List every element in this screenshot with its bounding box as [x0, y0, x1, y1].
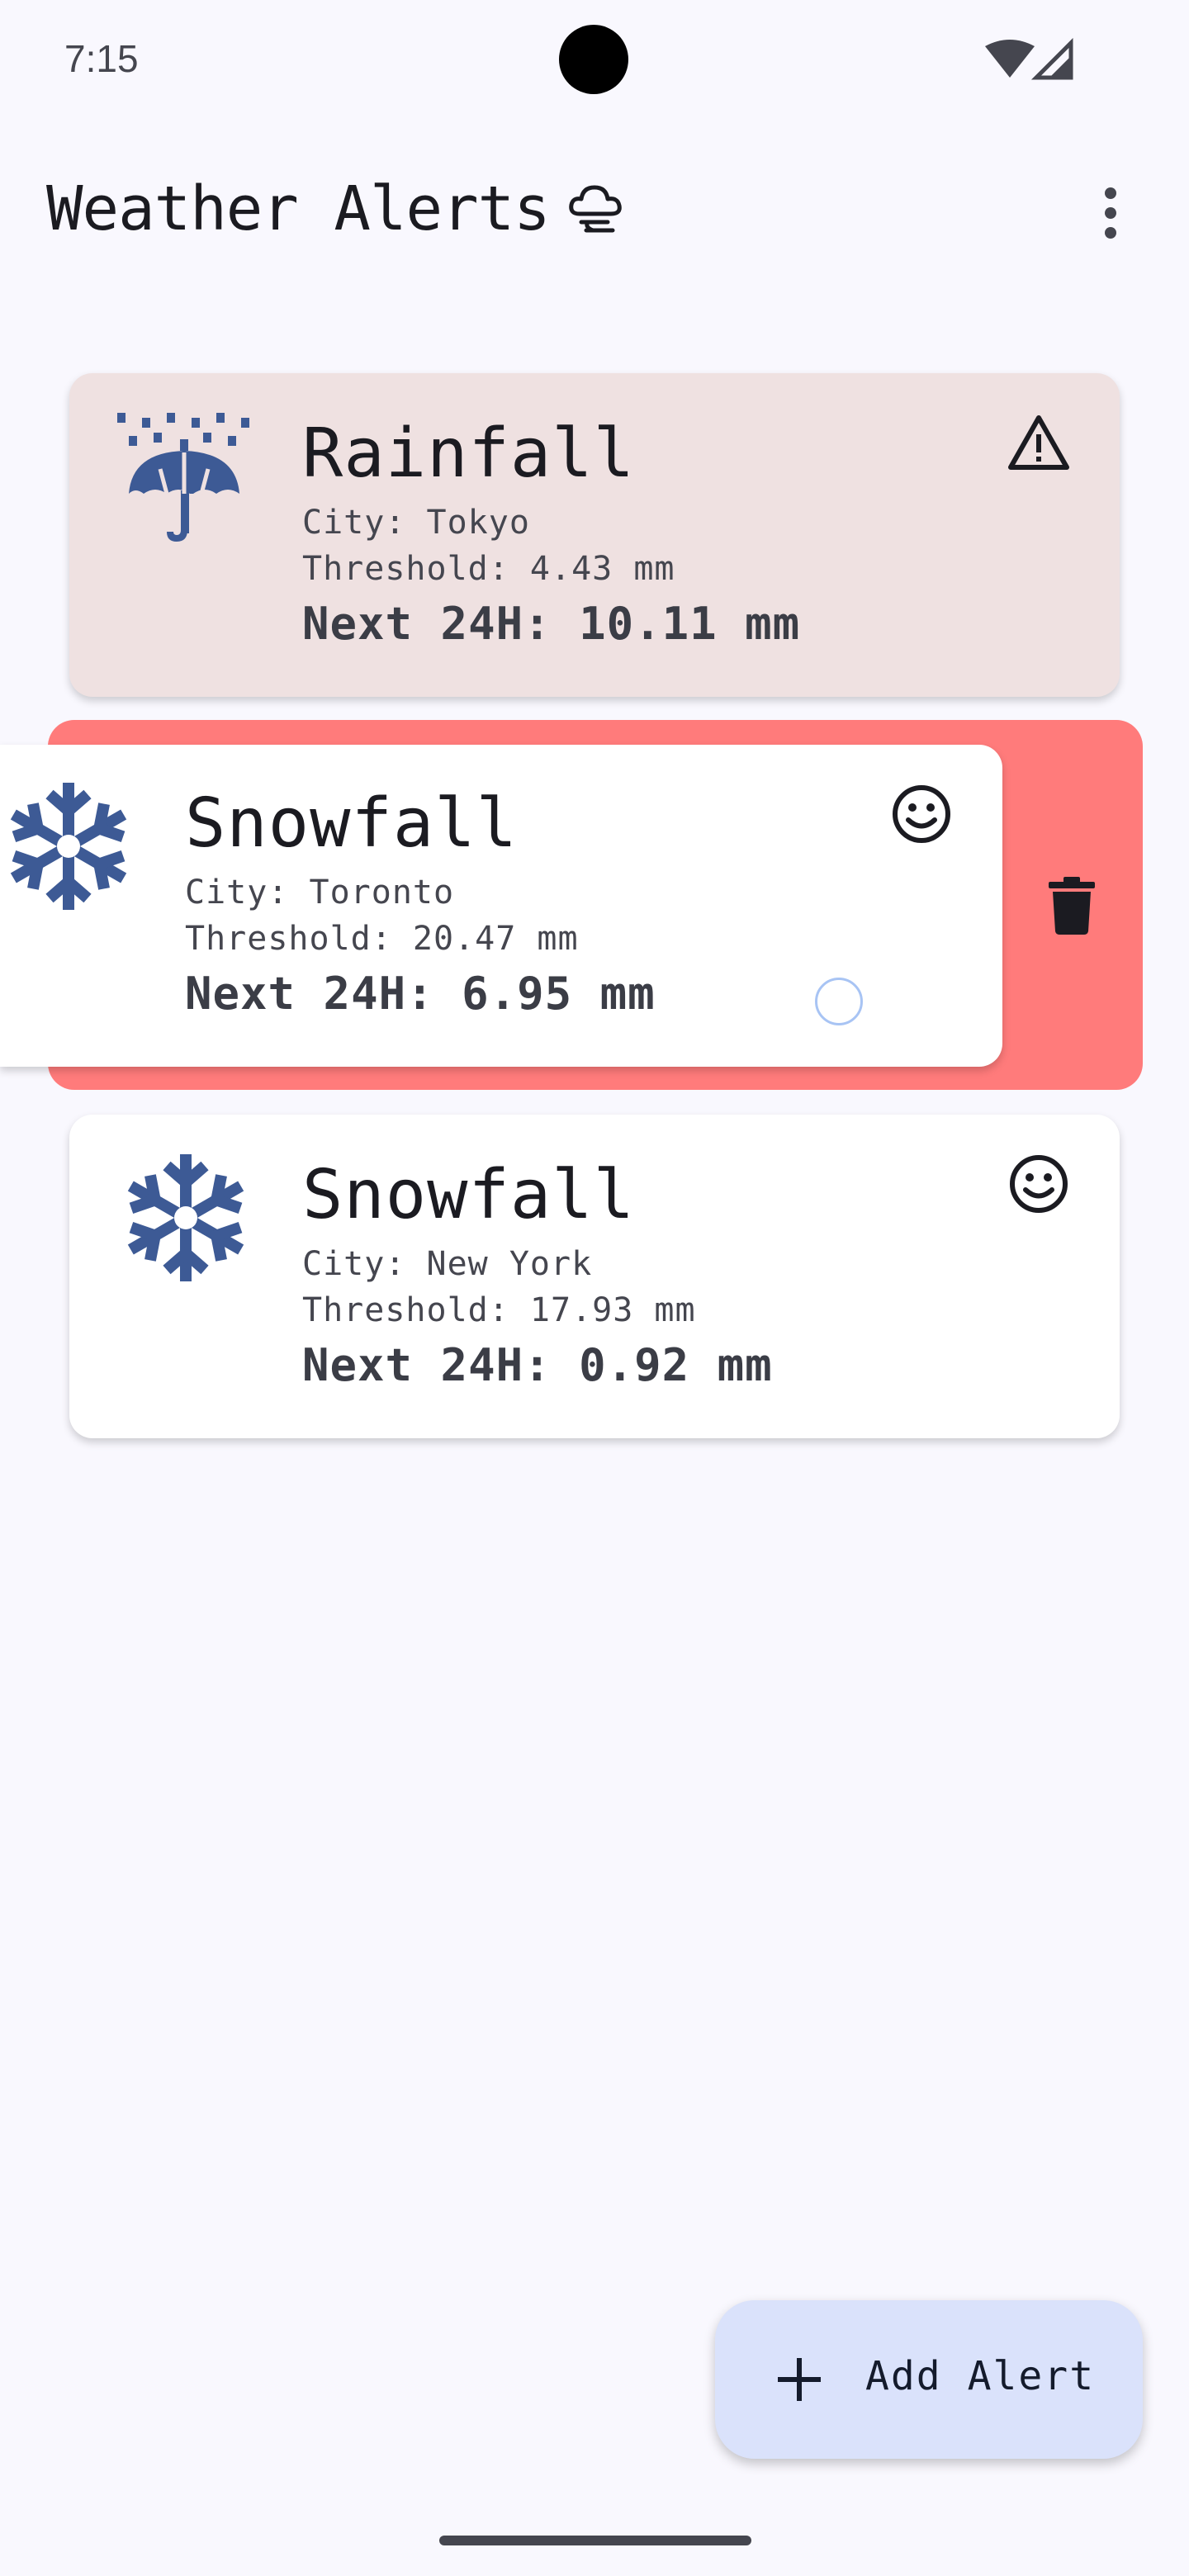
alert-city: City: New York: [302, 1245, 593, 1283]
app-title-row: Weather Alerts: [46, 173, 628, 244]
snowflake-icon: [10, 783, 127, 910]
alert-threshold: Threshold: 17.93 mm: [302, 1291, 696, 1329]
smiley-icon: [893, 785, 950, 843]
umbrella-rain-icon: [117, 413, 249, 542]
camera-cutout: [559, 25, 628, 94]
home-indicator[interactable]: [439, 2536, 751, 2545]
alert-city: City: Toronto: [185, 874, 455, 912]
page-title: Weather Alerts: [46, 173, 551, 244]
storm-cloud-icon: [568, 185, 622, 233]
alert-type: Snowfall: [185, 784, 518, 863]
alert-forecast: Next 24H: 10.11 mm: [302, 598, 801, 650]
status-bar: 7:15: [0, 0, 1189, 124]
add-alert-button[interactable]: Add Alert: [715, 2300, 1143, 2459]
alert-forecast: Next 24H: 0.92 mm: [302, 1339, 773, 1391]
alert-threshold: Threshold: 20.47 mm: [185, 920, 579, 958]
alert-type: Rainfall: [302, 414, 635, 493]
smiley-icon: [1010, 1155, 1068, 1213]
alert-card-tokyo[interactable]: Rainfall City: Tokyo Threshold: 4.43 mm …: [69, 373, 1120, 697]
alert-threshold: Threshold: 4.43 mm: [302, 550, 675, 588]
delete-icon[interactable]: [1047, 877, 1097, 935]
more-vert-icon[interactable]: [1082, 180, 1139, 246]
add-icon: [778, 2358, 821, 2401]
warning-icon: [1008, 415, 1069, 470]
wifi-icon: [985, 40, 1035, 78]
alert-city: City: Tokyo: [302, 504, 530, 542]
touch-ripple: [815, 978, 863, 1025]
status-time: 7:15: [64, 37, 139, 80]
alert-forecast: Next 24H: 6.95 mm: [185, 968, 656, 1020]
add-alert-label: Add Alert: [865, 2353, 1096, 2399]
network-status-icons: [985, 38, 1073, 80]
alert-type: Snowfall: [302, 1156, 635, 1234]
alert-card-new-york[interactable]: Snowfall City: New York Threshold: 17.93…: [69, 1115, 1120, 1438]
snowflake-icon: [127, 1154, 244, 1281]
